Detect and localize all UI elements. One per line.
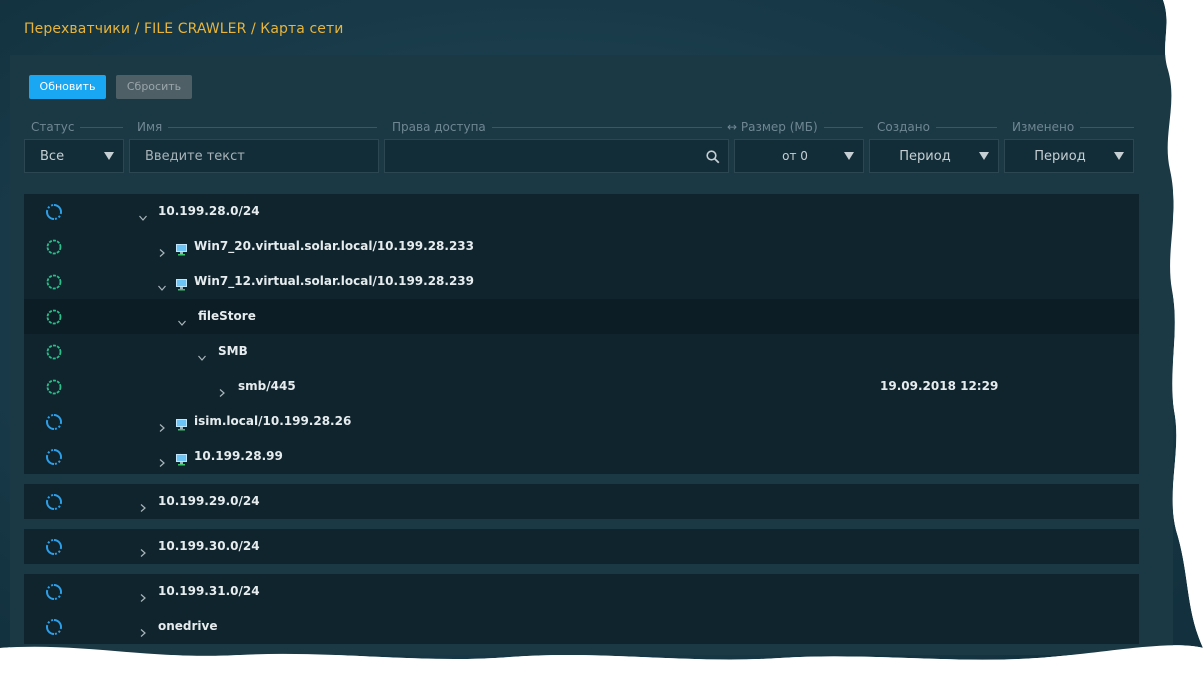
tree-row[interactable]: 10.199.29.0/24 (24, 484, 1139, 519)
tree-node-label: smb/445 (238, 379, 296, 393)
filter-created-label-text: Создано (877, 120, 930, 134)
caret-down-icon (844, 152, 854, 160)
modified-date: 19.09.2018 12:29 (880, 379, 999, 393)
chevron-right-icon[interactable] (139, 542, 147, 557)
gear-icon (45, 343, 63, 361)
filter-created-label: Создано (877, 119, 997, 135)
created-period-value: Период (899, 148, 951, 164)
tree-row-selected[interactable]: fileStore (24, 299, 1139, 334)
app-window: Перехватчики / FILE CRAWLER / Карта сети… (0, 0, 1204, 679)
status-select[interactable]: Все (24, 139, 124, 173)
divider (1080, 126, 1134, 128)
chevron-down-icon[interactable] (158, 277, 166, 291)
sync-icon (45, 203, 63, 221)
filter-modified-label-text: Изменено (1012, 120, 1075, 134)
tree-node-label: 10.199.28.99 (194, 449, 283, 463)
chevron-down-icon[interactable] (139, 207, 147, 221)
chevron-right-icon[interactable] (158, 242, 166, 257)
tree-node-label: onedrive (158, 619, 218, 633)
divider (80, 126, 123, 128)
tree-group-10-199-28: 10.199.28.0/24 Win7_20.virtual.solar.loc… (24, 194, 1139, 474)
caret-down-icon (1114, 152, 1124, 160)
name-search-input[interactable] (130, 148, 378, 164)
status-select-value: Все (40, 148, 65, 164)
tree-row[interactable]: SMB (24, 334, 1139, 369)
gear-icon (45, 273, 63, 291)
sync-icon (45, 413, 63, 431)
tree-node-label: Win7_12.virtual.solar.local/10.199.28.23… (194, 274, 475, 288)
chevron-right-icon[interactable] (139, 497, 147, 512)
sync-icon (45, 583, 63, 601)
tree-row[interactable]: 10.199.28.99 (24, 439, 1139, 474)
sync-icon (45, 493, 63, 511)
sync-icon (45, 538, 63, 556)
chevron-right-icon[interactable] (158, 452, 166, 467)
sync-icon (45, 618, 63, 636)
tree-node-label: fileStore (198, 309, 256, 323)
tree-group-10-199-29: 10.199.29.0/24 (24, 484, 1139, 519)
filter-modified-label: Изменено (1012, 119, 1134, 135)
search-icon[interactable] (706, 150, 720, 164)
name-search-field[interactable] (129, 139, 379, 173)
tree-group-10-199-31: 10.199.31.0/24 onedrive (24, 574, 1139, 644)
filter-access-label-text: Права доступа (392, 120, 486, 134)
tree-row[interactable]: Win7_20.virtual.solar.local/10.199.28.23… (24, 229, 1139, 264)
gear-icon (45, 238, 63, 256)
modified-period-select[interactable]: Период (1004, 139, 1134, 173)
computer-icon (176, 451, 187, 466)
filter-access-label: Права доступа (392, 119, 722, 135)
size-select[interactable]: от 0 (734, 139, 864, 173)
sync-icon (45, 448, 63, 466)
tree-node-label: SMB (218, 344, 248, 358)
tree-node-label: 10.199.30.0/24 (158, 539, 260, 553)
computer-icon (176, 241, 187, 256)
divider (491, 126, 722, 128)
filter-name-label: Имя (137, 119, 377, 135)
tree-node-label: 10.199.29.0/24 (158, 494, 260, 508)
tree-node-label: 10.199.28.0/24 (158, 204, 260, 218)
tree-row[interactable]: 10.199.31.0/24 (24, 574, 1139, 609)
chevron-down-icon[interactable] (198, 347, 206, 361)
filter-status-label: Статус (31, 119, 123, 135)
computer-icon (176, 416, 187, 431)
filter-name-label-text: Имя (137, 120, 163, 134)
reset-button[interactable]: Сбросить (116, 75, 192, 99)
gear-icon (45, 378, 63, 396)
chevron-down-icon[interactable] (178, 312, 186, 326)
chevron-right-icon[interactable] (139, 587, 147, 602)
tree-group-10-199-30: 10.199.30.0/24 (24, 529, 1139, 564)
divider (823, 126, 863, 128)
filter-size-label: ↔ Размер (МБ) (727, 119, 863, 135)
divider (935, 126, 997, 128)
computer-icon (176, 276, 187, 291)
divider (168, 126, 377, 128)
caret-down-icon (104, 152, 114, 160)
tree-node-label: 10.199.31.0/24 (158, 584, 260, 598)
chevron-right-icon[interactable] (218, 382, 226, 397)
created-period-select[interactable]: Период (869, 139, 999, 173)
tree-node-label: Win7_20.virtual.solar.local/10.199.28.23… (194, 239, 475, 253)
tree-row[interactable]: Win7_12.virtual.solar.local/10.199.28.23… (24, 264, 1139, 299)
tree-row[interactable]: isim.local/10.199.28.26 (24, 404, 1139, 439)
chevron-right-icon[interactable] (158, 417, 166, 432)
modified-period-value: Период (1034, 148, 1086, 164)
refresh-button[interactable]: Обновить (29, 75, 106, 99)
tree-node-label: isim.local/10.199.28.26 (194, 414, 352, 428)
tree-row[interactable]: 10.199.30.0/24 (24, 529, 1139, 564)
tree-row[interactable]: 10.199.28.0/24 (24, 194, 1139, 229)
chevron-right-icon[interactable] (139, 622, 147, 637)
tree-row[interactable]: onedrive (24, 609, 1139, 644)
filter-size-label-text: ↔ Размер (МБ) (727, 120, 818, 134)
filter-status-label-text: Статус (31, 120, 75, 134)
access-rights-field[interactable] (384, 139, 729, 173)
breadcrumb: Перехватчики / FILE CRAWLER / Карта сети (24, 21, 344, 37)
caret-down-icon (979, 152, 989, 160)
tree-row[interactable]: smb/445 19.09.2018 12:29 (24, 369, 1139, 404)
gear-icon (45, 308, 63, 326)
size-select-value: от 0 (782, 149, 808, 163)
